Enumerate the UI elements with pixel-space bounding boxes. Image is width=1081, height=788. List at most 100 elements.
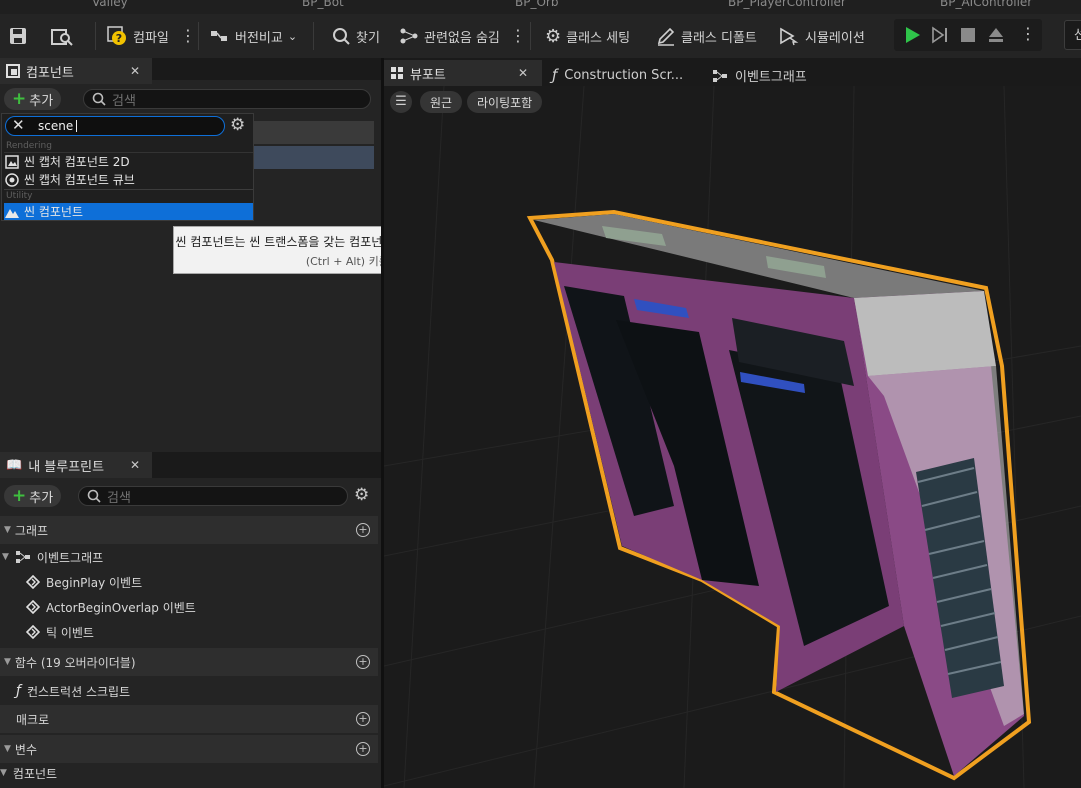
event-graph-tab[interactable]: 이벤트그래프 bbox=[712, 66, 807, 85]
category-utility: Utility bbox=[6, 191, 33, 201]
function-icon: ƒ bbox=[552, 66, 558, 84]
my-blueprint-panel: 📖 내 블루프린트 ✕ + 추가 검색 ⚙ ▼ 그래프 + ▼ 이벤트그래프 B… bbox=[0, 452, 381, 788]
dropdown-item-scene-component[interactable]: 씬 컴포넌트 bbox=[4, 203, 253, 220]
close-icon[interactable]: ✕ bbox=[130, 458, 140, 472]
stop-icon[interactable] bbox=[958, 25, 978, 45]
viewport-panel: 뷰포트 ✕ ƒ Construction Scr... 이벤트그래프 ☰ 원근 … bbox=[384, 58, 1081, 788]
gear-icon[interactable]: ⚙ bbox=[354, 485, 369, 505]
dropdown-item-scene-capture-2d[interactable]: 씬 캡처 컴포넌트 2D bbox=[4, 153, 253, 170]
viewport-scene[interactable] bbox=[384, 86, 1081, 788]
construction-script-label: 컨스트럭션 스크립트 bbox=[26, 684, 131, 699]
step-icon[interactable] bbox=[930, 25, 950, 45]
event-label: ActorBeginOverlap 이벤트 bbox=[46, 600, 196, 615]
add-component-dropdown: ✕ scene ⚙ Rendering 씬 캡처 컴포넌트 2D 씬 캡처 컴포… bbox=[1, 113, 254, 221]
diff-icon bbox=[211, 31, 227, 41]
tree-item-event[interactable]: 틱 이벤트 bbox=[26, 620, 94, 644]
play-icon[interactable] bbox=[902, 25, 922, 45]
viewport-tab[interactable]: 뷰포트 ✕ bbox=[384, 60, 542, 86]
components-icon bbox=[6, 64, 20, 78]
save-icon bbox=[10, 28, 26, 44]
plus-icon: + bbox=[12, 88, 27, 109]
dropdown-item-scene-capture-cube[interactable]: 씬 캡처 컴포넌트 큐브 bbox=[4, 171, 253, 188]
lighting-mode-button[interactable]: 라이팅포함 bbox=[467, 91, 543, 113]
add-macro-icon[interactable]: + bbox=[356, 712, 370, 726]
diff-label: 버전비교 bbox=[235, 30, 283, 46]
add-variable-icon[interactable]: + bbox=[356, 742, 370, 756]
scene-capture-cube-icon bbox=[5, 172, 19, 187]
add-graph-icon[interactable]: + bbox=[356, 523, 370, 537]
component-tree-row[interactable] bbox=[254, 146, 374, 169]
blueprint-search-placeholder: 검색 bbox=[107, 490, 131, 506]
search-icon bbox=[92, 92, 106, 106]
pencil-icon bbox=[657, 27, 675, 46]
triangle-down-icon: ▼ bbox=[2, 552, 9, 562]
compile-button[interactable]: ? 컴파일 bbox=[106, 24, 169, 48]
component-tree-row[interactable] bbox=[254, 121, 374, 144]
add-function-icon[interactable]: + bbox=[356, 655, 370, 669]
perspective-button[interactable]: 원근 bbox=[420, 91, 463, 113]
blueprint-search-input[interactable]: 검색 bbox=[78, 486, 348, 506]
my-blueprint-title: 내 블루프린트 bbox=[28, 459, 105, 475]
doc-tab-bp-aicontroller[interactable]: BP_AIController bbox=[940, 0, 1032, 9]
tree-item-event[interactable]: BeginPlay 이벤트 bbox=[26, 570, 142, 594]
close-icon[interactable]: ✕ bbox=[518, 66, 528, 80]
eject-icon[interactable] bbox=[986, 25, 1006, 45]
class-settings-label: 클래스 세팅 bbox=[566, 30, 631, 46]
tree-item-event[interactable]: ActorBeginOverlap 이벤트 bbox=[26, 595, 196, 619]
doc-tab-bp-playercontroller[interactable]: BP_PlayerController bbox=[728, 0, 846, 9]
construction-tab-label: Construction Scr... bbox=[564, 67, 684, 83]
add-component-button[interactable]: + 추가 bbox=[4, 88, 62, 110]
hide-unrelated-label: 관련없음 숨김 bbox=[424, 30, 500, 46]
event-graph-icon bbox=[15, 551, 30, 563]
triangle-down-icon: ▼ bbox=[4, 525, 11, 535]
section-variables[interactable]: ▼ 변수 + bbox=[0, 735, 378, 763]
viewport-menu-button[interactable]: ☰ bbox=[390, 91, 412, 113]
compile-options-menu[interactable]: ⋮ bbox=[180, 24, 196, 48]
hide-unrelated-options-menu[interactable]: ⋮ bbox=[510, 24, 526, 48]
doc-tab-bp-bot[interactable]: BP_Bot bbox=[302, 0, 344, 9]
doc-tab-valley[interactable]: Valley bbox=[92, 0, 128, 9]
class-settings-button[interactable]: ⚙ 클래스 세팅 bbox=[545, 24, 630, 48]
tree-item-components[interactable]: ▼ 컴포넌트 bbox=[0, 762, 57, 784]
section-macros[interactable]: 매크로 + bbox=[0, 705, 378, 733]
section-functions[interactable]: ▼ 함수 (19 오버라이더블) + bbox=[0, 648, 378, 676]
close-icon[interactable]: ✕ bbox=[130, 64, 140, 78]
gear-icon: ⚙ bbox=[545, 25, 562, 47]
construction-script-tab[interactable]: ƒ Construction Scr... bbox=[552, 66, 683, 84]
find-button[interactable]: 찾기 bbox=[331, 24, 380, 48]
add-blueprint-label: 추가 bbox=[29, 490, 54, 506]
item-label: 씬 캡처 컴포넌트 2D bbox=[24, 155, 130, 169]
event-label: 틱 이벤트 bbox=[46, 625, 94, 640]
hamburger-icon: ☰ bbox=[395, 94, 407, 109]
item-label: 씬 컴포넌트 bbox=[24, 205, 84, 219]
node-graph-icon bbox=[400, 28, 418, 44]
tree-item-event-graph[interactable]: ▼ 이벤트그래프 bbox=[2, 545, 103, 569]
chevron-down-icon: ⌄ bbox=[287, 29, 298, 43]
components-search-input[interactable]: 검색 bbox=[83, 89, 371, 109]
clear-icon[interactable]: ✕ bbox=[12, 116, 25, 134]
my-blueprint-tab[interactable]: 📖 내 블루프린트 ✕ bbox=[0, 452, 152, 478]
platform-menu[interactable]: 선 bbox=[1064, 20, 1081, 50]
gear-icon[interactable]: ⚙ bbox=[230, 115, 245, 135]
browse-button[interactable] bbox=[50, 24, 74, 48]
find-label: 찾기 bbox=[356, 30, 380, 46]
document-tabs: Valley BP_Bot BP_Orb BP_PlayerController… bbox=[0, 0, 1081, 14]
components-search-placeholder: 검색 bbox=[112, 93, 136, 109]
hide-unrelated-button[interactable]: 관련없음 숨김 bbox=[399, 24, 500, 48]
simulation-button[interactable]: 시뮬레이션 bbox=[778, 24, 865, 48]
save-button[interactable] bbox=[8, 24, 28, 48]
diff-button[interactable]: 버전비교 ⌄ bbox=[210, 24, 297, 48]
event-graph-icon bbox=[713, 69, 727, 82]
dropdown-search-input[interactable]: ✕ scene bbox=[5, 116, 225, 136]
lighting-label: 라이팅포함 bbox=[477, 95, 533, 110]
components-tab[interactable]: 컴포넌트 ✕ bbox=[0, 58, 152, 84]
triangle-down-icon: ▼ bbox=[4, 744, 11, 754]
event-diamond-icon bbox=[26, 575, 40, 589]
add-blueprint-item-button[interactable]: + 추가 bbox=[4, 485, 62, 507]
tree-item-construction-script[interactable]: ƒ 컨스트럭션 스크립트 bbox=[16, 679, 130, 703]
class-defaults-button[interactable]: 클래스 디폴트 bbox=[656, 24, 757, 48]
binoculars-icon bbox=[333, 28, 350, 45]
play-options-menu[interactable]: ⋮ bbox=[1020, 26, 1036, 42]
section-graphs[interactable]: ▼ 그래프 + bbox=[0, 516, 378, 544]
doc-tab-bp-orb[interactable]: BP_Orb bbox=[515, 0, 558, 9]
